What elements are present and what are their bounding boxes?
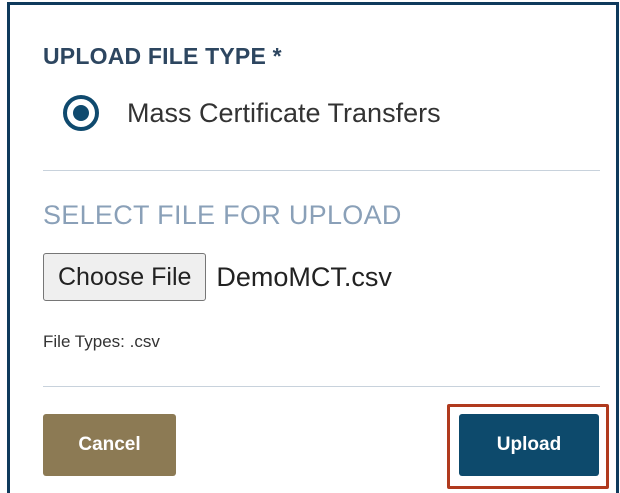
file-types-hint: File Types: .csv <box>43 332 160 351</box>
divider <box>43 386 600 387</box>
divider <box>43 170 600 171</box>
file-input[interactable]: Choose File DemoMCT.csv <box>43 253 392 301</box>
radio-dot <box>73 105 89 121</box>
upload-button[interactable]: Upload <box>459 414 599 476</box>
radio-option-mass-certificate-transfers[interactable]: Mass Certificate Transfers <box>63 93 441 133</box>
upload-file-type-title: UPLOAD FILE TYPE * <box>43 43 282 69</box>
upload-panel: UPLOAD FILE TYPE * Mass Certificate Tran… <box>7 2 619 493</box>
cancel-button[interactable]: Cancel <box>43 414 176 476</box>
choose-file-button[interactable]: Choose File <box>43 253 207 301</box>
selected-file-name: DemoMCT.csv <box>216 261 392 292</box>
select-file-title: SELECT FILE FOR UPLOAD <box>43 200 402 230</box>
radio-option-label: Mass Certificate Transfers <box>127 97 441 128</box>
radio-selected-icon[interactable] <box>63 95 99 131</box>
